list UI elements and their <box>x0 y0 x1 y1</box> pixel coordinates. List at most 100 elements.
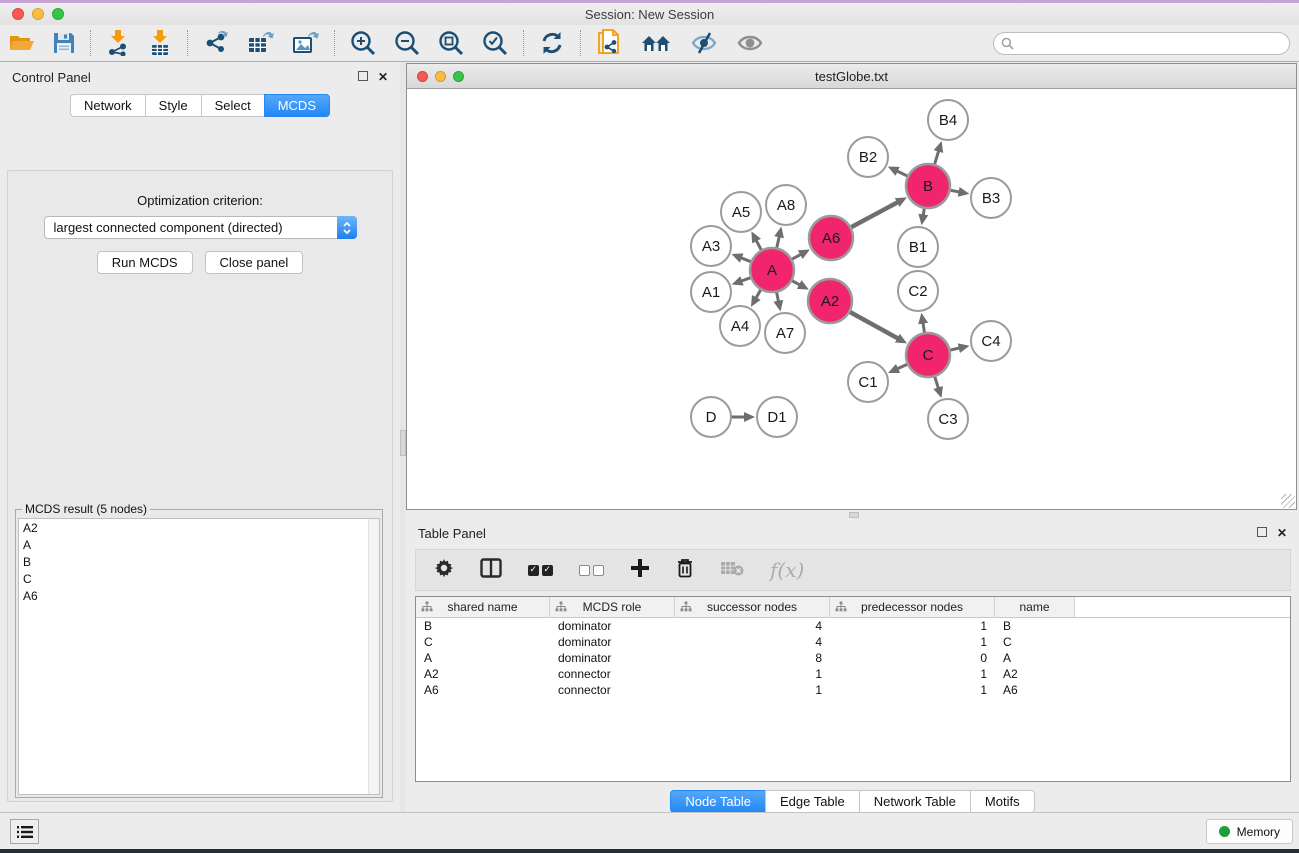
table-cell[interactable]: C <box>995 635 1075 649</box>
mcds-result-item[interactable]: A2 <box>19 519 379 536</box>
home-browser-button[interactable] <box>631 28 681 58</box>
tab-node-table[interactable]: Node Table <box>670 790 765 813</box>
graph-edge-C-C3[interactable] <box>935 376 939 389</box>
table-cell[interactable]: A <box>416 651 550 665</box>
table-cell[interactable]: 1 <box>830 683 995 697</box>
table-row[interactable]: Adominator80A <box>416 650 1290 666</box>
table-cell[interactable]: 1 <box>675 683 830 697</box>
horizontal-split-divider[interactable] <box>406 510 1299 520</box>
table-cell[interactable]: A6 <box>995 683 1075 697</box>
tab-mcds[interactable]: MCDS <box>264 94 330 117</box>
table-cell[interactable]: dominator <box>550 651 675 665</box>
graph-edge-A-A2[interactable] <box>791 280 800 285</box>
mcds-result-item[interactable]: C <box>19 570 379 587</box>
refresh-layout-button[interactable] <box>530 28 574 58</box>
column-header-MCDS-role[interactable]: MCDS role <box>550 597 675 617</box>
add-column-button[interactable] <box>630 558 650 583</box>
graph-edge-B-B4[interactable] <box>934 150 939 165</box>
column-header-name[interactable]: name <box>995 597 1075 617</box>
network-window-titlebar[interactable]: testGlobe.txt <box>407 64 1296 89</box>
mcds-result-item[interactable]: A6 <box>19 587 379 604</box>
graph-edge-B-B2[interactable] <box>896 170 908 176</box>
table-cell[interactable]: connector <box>550 683 675 697</box>
toolbar-search[interactable] <box>993 32 1290 55</box>
tab-motifs[interactable]: Motifs <box>970 790 1035 813</box>
mcds-result-item[interactable]: B <box>19 553 379 570</box>
float-table-panel-icon[interactable] <box>1257 526 1267 540</box>
table-cell[interactable]: A2 <box>416 667 550 681</box>
table-cell[interactable]: dominator <box>550 635 675 649</box>
table-row[interactable]: A6connector11A6 <box>416 682 1290 698</box>
float-panel-icon[interactable] <box>358 70 368 84</box>
table-cell[interactable]: B <box>995 619 1075 633</box>
table-cell[interactable]: 0 <box>830 651 995 665</box>
result-scrollbar[interactable] <box>368 519 379 794</box>
graph-edge-A-A8[interactable] <box>777 235 780 248</box>
table-cell[interactable]: B <box>416 619 550 633</box>
mcds-result-item[interactable]: A <box>19 536 379 553</box>
table-cell[interactable]: 1 <box>830 667 995 681</box>
column-header-predecessor-nodes[interactable]: predecessor nodes <box>830 597 995 617</box>
graph-edge-C-C4[interactable] <box>949 348 960 351</box>
table-cell[interactable]: A <box>995 651 1075 665</box>
close-table-panel-icon[interactable]: ✕ <box>1277 526 1287 540</box>
show-annotations-button[interactable] <box>727 28 773 58</box>
table-cell[interactable]: connector <box>550 667 675 681</box>
table-cell[interactable]: A6 <box>416 683 550 697</box>
tab-edge-table[interactable]: Edge Table <box>765 790 859 813</box>
node-table[interactable]: shared nameMCDS rolesuccessor nodesprede… <box>415 596 1291 782</box>
tab-select[interactable]: Select <box>201 94 264 117</box>
table-cell[interactable]: 4 <box>675 635 830 649</box>
table-row[interactable]: Cdominator41C <box>416 634 1290 650</box>
tab-style[interactable]: Style <box>145 94 201 117</box>
search-input[interactable] <box>1018 37 1289 51</box>
export-table-button[interactable] <box>238 28 283 58</box>
table-settings-button[interactable] <box>434 558 454 583</box>
network-graph[interactable]: AA1A2A3A4A5A6A7A8BB1B2B3B4CC1C2C3C4DD1 <box>407 89 1296 509</box>
close-panel-icon[interactable]: ✕ <box>378 70 388 84</box>
resize-grip-icon[interactable] <box>1281 494 1295 508</box>
zoom-fit-button[interactable] <box>429 28 473 58</box>
graph-edge-A6-B[interactable] <box>850 202 899 228</box>
import-network-button[interactable] <box>97 28 139 58</box>
graph-edge-A-A7[interactable] <box>776 292 778 303</box>
table-cell[interactable]: 1 <box>675 667 830 681</box>
tab-network-table[interactable]: Network Table <box>859 790 970 813</box>
column-header-shared-name[interactable]: shared name <box>416 597 550 617</box>
zoom-out-button[interactable] <box>385 28 429 58</box>
optimization-criterion-dropdown[interactable]: largest connected component (directed) <box>44 216 357 239</box>
tab-network[interactable]: Network <box>70 94 145 117</box>
select-all-button[interactable] <box>528 565 553 576</box>
export-network-button[interactable] <box>194 28 238 58</box>
graph-edge-A2-C[interactable] <box>849 312 899 339</box>
zoom-selected-button[interactable] <box>473 28 517 58</box>
memory-button[interactable]: Memory <box>1206 819 1293 844</box>
show-columns-button[interactable] <box>480 558 502 583</box>
graph-edge-B-B1[interactable] <box>923 208 924 217</box>
table-body[interactable]: Bdominator41BCdominator41CAdominator80AA… <box>416 618 1290 698</box>
task-history-button[interactable] <box>10 819 39 844</box>
export-image-button[interactable] <box>283 28 328 58</box>
table-cell[interactable]: 1 <box>830 619 995 633</box>
network-canvas[interactable]: AA1A2A3A4A5A6A7A8BB1B2B3B4CC1C2C3C4DD1 <box>407 89 1296 509</box>
table-cell[interactable]: 1 <box>830 635 995 649</box>
table-cell[interactable]: dominator <box>550 619 675 633</box>
zoom-in-button[interactable] <box>341 28 385 58</box>
import-table-button[interactable] <box>139 28 181 58</box>
save-session-button[interactable] <box>44 28 84 58</box>
graph-edge-A-A5[interactable] <box>756 239 762 250</box>
hide-annotations-button[interactable] <box>681 28 727 58</box>
graph-edge-A-A1[interactable] <box>740 277 751 281</box>
table-row[interactable]: A2connector11A2 <box>416 666 1290 682</box>
function-builder-button[interactable]: f(x) <box>770 558 804 582</box>
deselect-all-button[interactable] <box>579 565 604 576</box>
network-from-file-button[interactable] <box>587 28 631 58</box>
graph-edge-A-A3[interactable] <box>740 257 752 262</box>
graph-edge-B-B3[interactable] <box>950 190 961 192</box>
close-panel-button[interactable]: Close panel <box>205 251 304 274</box>
table-cell[interactable]: 4 <box>675 619 830 633</box>
graph-edge-A-A4[interactable] <box>755 289 761 299</box>
table-cell[interactable]: C <box>416 635 550 649</box>
table-cell[interactable]: 8 <box>675 651 830 665</box>
open-folder-button[interactable] <box>0 28 44 58</box>
